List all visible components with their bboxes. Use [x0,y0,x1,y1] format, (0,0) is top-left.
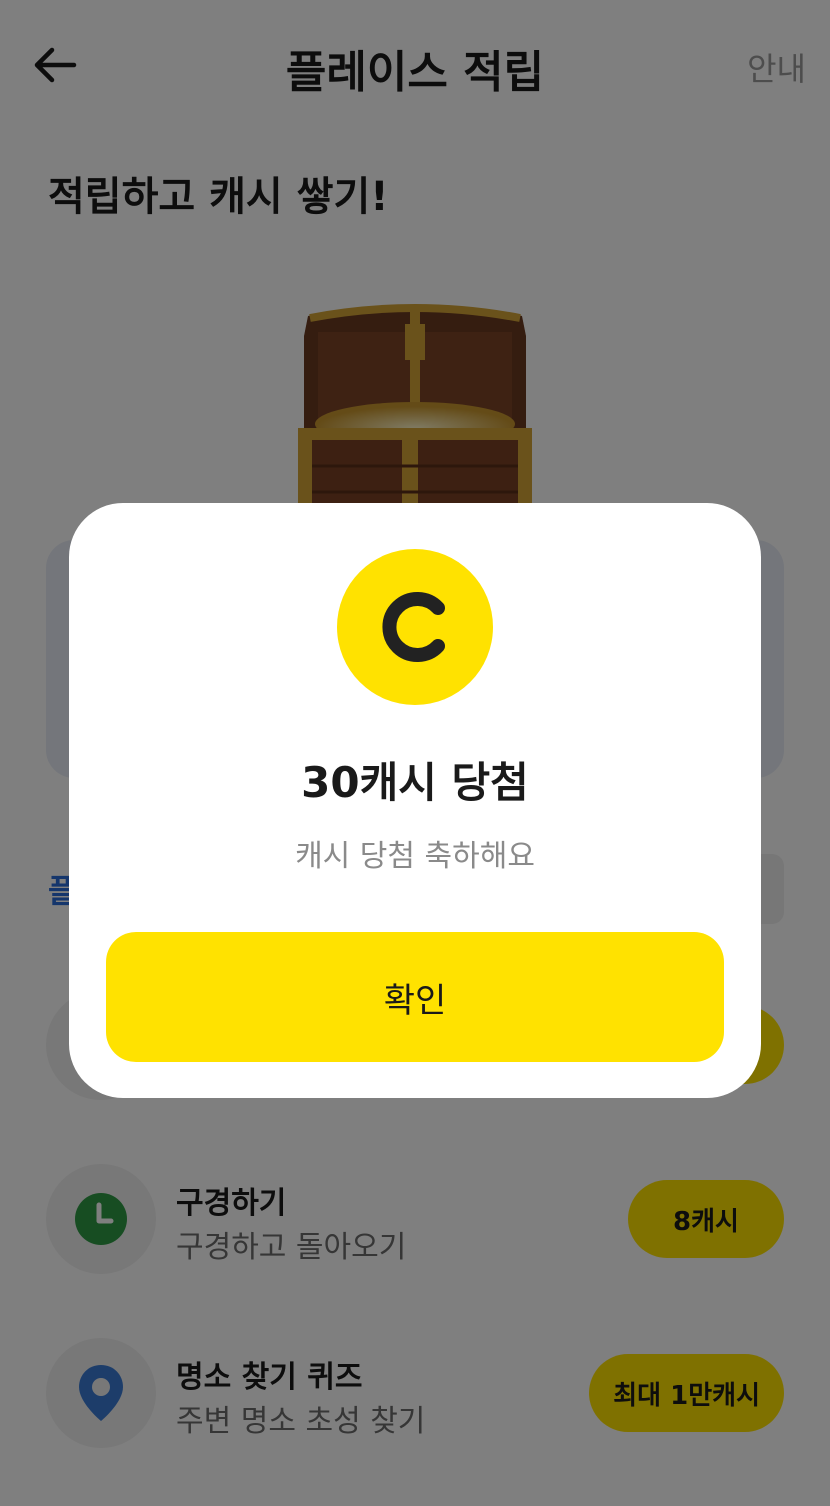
reward-modal: 30캐시 당첨 캐시 당첨 축하해요 확인 [69,503,761,1098]
modal-title: 30캐시 당첨 [301,758,529,807]
confirm-button[interactable]: 확인 [106,932,724,1062]
modal-subtitle: 캐시 당첨 축하해요 [295,839,535,874]
cash-coin-icon [337,549,493,705]
